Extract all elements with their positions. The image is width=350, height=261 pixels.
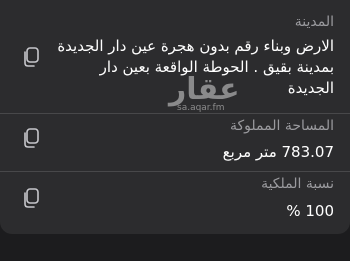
field-ownership-percentage-label: نسبة الملكية — [261, 176, 334, 192]
field-owned-area: المساحة المملوكة 783.07 متر مربع — [0, 114, 350, 172]
field-ownership-percentage: نسبة الملكية 100 % — [0, 172, 350, 232]
field-city-label: المدينة — [294, 14, 334, 30]
field-ownership-percentage-value: 100 % — [286, 202, 334, 220]
copy-icon[interactable] — [22, 128, 40, 148]
field-city: المدينة الارض وبناء رقم بدون هجرة عين دا… — [0, 0, 350, 116]
field-owned-area-label: المساحة المملوكة — [230, 118, 334, 134]
property-details-card: المدينة الارض وبناء رقم بدون هجرة عين دا… — [0, 0, 350, 234]
field-city-value: الارض وبناء رقم بدون هجرة عين دار الجديد… — [57, 37, 334, 97]
copy-icon[interactable] — [22, 188, 40, 208]
field-owned-area-value: 783.07 متر مربع — [222, 143, 334, 161]
bottom-area — [0, 234, 350, 261]
copy-icon[interactable] — [22, 47, 40, 67]
